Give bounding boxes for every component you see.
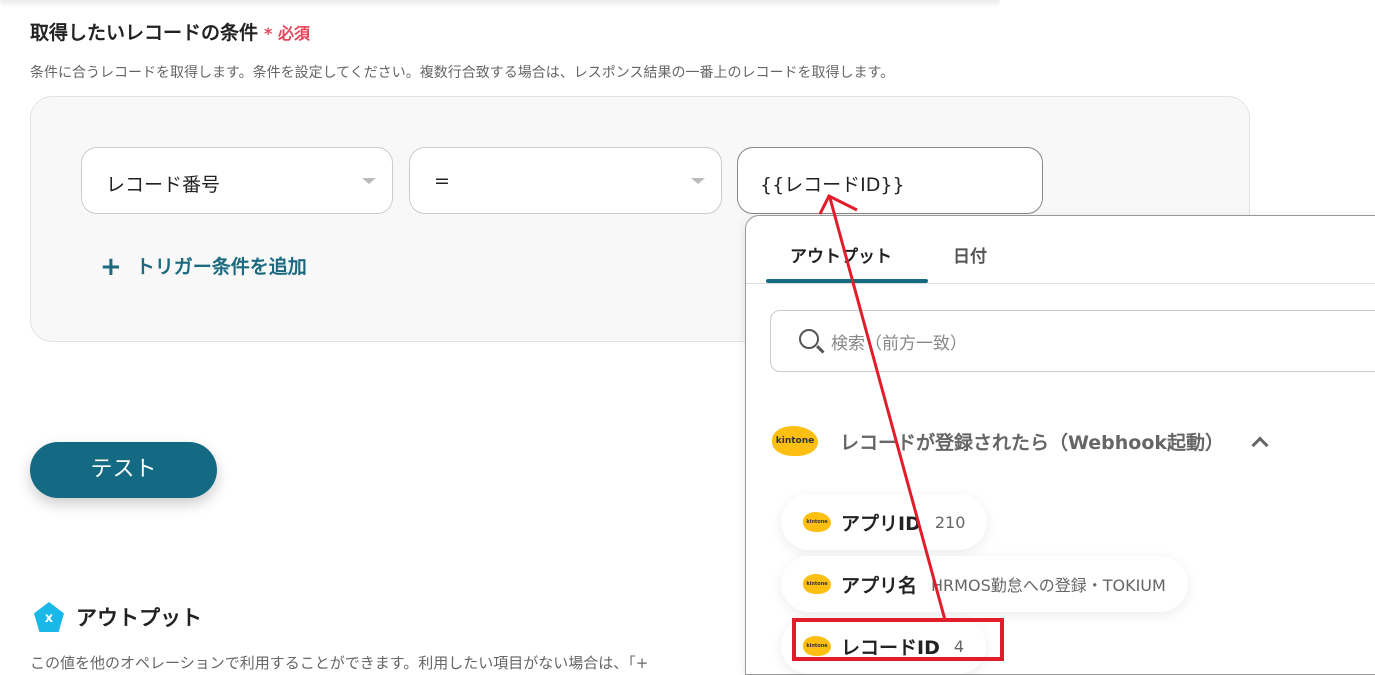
variable-dropdown: アウトプット 日付 検索（前方一致） kintone レコードが登録されたら（We… <box>745 215 1375 675</box>
chevron-up-icon[interactable] <box>1251 436 1269 454</box>
operator-select[interactable]: = <box>409 147 722 214</box>
output-item-app-id[interactable]: kintone アプリID 210 <box>781 494 988 550</box>
caret-down-icon <box>691 178 705 184</box>
output-heading: x アウトプット <box>34 602 202 632</box>
test-button[interactable]: テスト <box>30 442 217 498</box>
asterisk: * <box>264 24 273 43</box>
output-icon: x <box>34 602 64 632</box>
tab-date[interactable]: 日付 <box>953 242 987 267</box>
required-badge: * 必須 <box>264 24 310 43</box>
operator-value: = <box>434 170 450 192</box>
search-icon <box>799 329 819 349</box>
kintone-icon: kintone <box>803 512 831 532</box>
caret-down-icon <box>362 178 376 184</box>
item-value: HRMOS勤怠への登録・TOKIUM <box>931 576 1166 595</box>
section-title: 取得したいレコードの条件 * 必須 <box>30 18 310 45</box>
item-label: アプリID <box>841 512 921 535</box>
search-input[interactable]: 検索（前方一致） <box>770 310 1375 372</box>
tab-bar: アウトプット 日付 <box>746 216 1375 284</box>
plus-icon: + <box>100 252 122 282</box>
active-tab-indicator <box>766 279 928 283</box>
kintone-logo: kintone <box>772 426 818 456</box>
tab-output[interactable]: アウトプット <box>790 242 892 267</box>
title-text: 取得したいレコードの条件 <box>30 22 259 44</box>
field-value: レコード番号 <box>106 174 221 196</box>
required-label: 必須 <box>277 24 310 43</box>
output-item-app-name[interactable]: kintone アプリ名 HRMOS勤怠への登録・TOKIUM <box>781 556 1188 612</box>
kintone-icon: kintone <box>803 574 831 594</box>
field-select[interactable]: レコード番号 <box>81 147 393 214</box>
value-input[interactable]: {{レコードID}} <box>737 147 1043 214</box>
add-condition-button[interactable]: + トリガー条件を追加 <box>100 252 307 282</box>
output-description: この値を他のオペレーションで利用することができます。利用したい項目がない場合は、… <box>30 654 649 672</box>
value-text: {{レコードID}} <box>760 174 905 196</box>
item-value: 210 <box>934 512 966 532</box>
search-placeholder: 検索（前方一致） <box>831 334 967 354</box>
add-condition-label: トリガー条件を追加 <box>135 256 307 278</box>
section-description: 条件に合うレコードを取得します。条件を設定してください。複数行合致する場合は、レ… <box>30 65 895 81</box>
output-title: アウトプット <box>76 606 202 630</box>
highlight-box <box>792 618 1004 661</box>
group-title: レコードが登録されたら（Webhook起動） <box>840 431 1225 454</box>
trigger-group-header[interactable]: kintone レコードが登録されたら（Webhook起動） <box>772 426 1269 456</box>
header-shadow <box>0 0 1000 8</box>
item-label: アプリ名 <box>841 574 918 597</box>
